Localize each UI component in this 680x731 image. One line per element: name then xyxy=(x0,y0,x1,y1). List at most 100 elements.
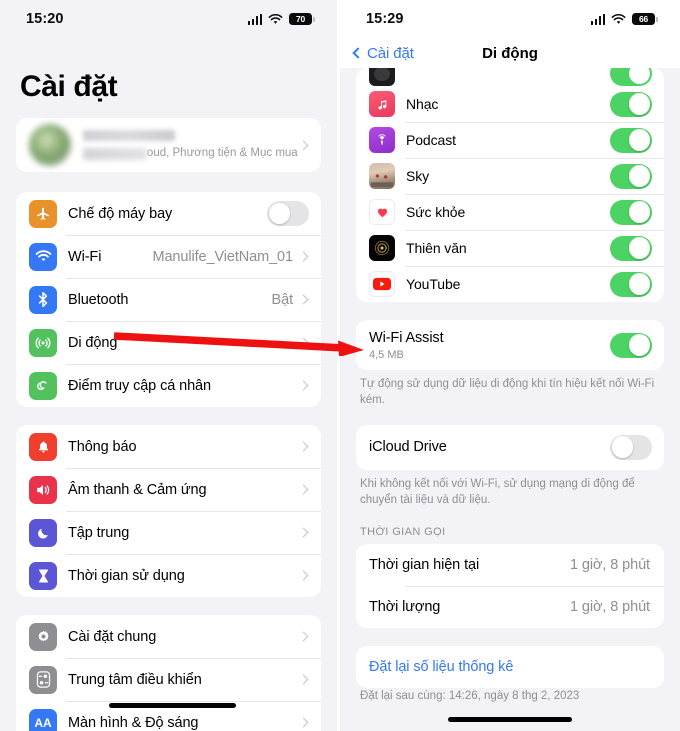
call-time-current-label: Thời gian hiện tại xyxy=(369,557,480,574)
wifi-icon xyxy=(611,13,626,24)
bluetooth-icon xyxy=(29,285,57,314)
wifi-assist-row[interactable]: Wi-Fi Assist 4,5 MB xyxy=(356,320,664,370)
app-label: Sức khỏe xyxy=(406,204,466,220)
status-time: 15:29 xyxy=(366,11,404,27)
app-row-music[interactable]: Nhạc xyxy=(356,86,664,122)
app-toggle[interactable] xyxy=(610,163,652,189)
icloud-drive-footnote: Khi không kết nối với Wi-Fi, sử dụng mạn… xyxy=(360,477,635,506)
display-aa-icon: AA xyxy=(29,708,57,731)
app-toggle[interactable] xyxy=(610,271,652,297)
wifi-icon xyxy=(29,242,57,271)
astronomy-app-icon xyxy=(369,235,395,261)
sidebar-item-label: Tập trung xyxy=(68,524,130,541)
call-time-card: Thời gian hiện tại 1 giờ, 8 phút Thời lư… xyxy=(356,544,664,629)
connectivity-group: Chế độ máy bay Wi-Fi Manulife_VietNam_01… xyxy=(16,192,321,407)
sidebar-item-wifi[interactable]: Wi-Fi Manulife_VietNam_01 xyxy=(16,235,321,278)
hourglass-icon xyxy=(29,561,57,590)
signal-bars-icon xyxy=(247,13,262,25)
icloud-drive-row[interactable]: iCloud Drive xyxy=(356,425,664,470)
app-row-health[interactable]: Sức khỏe xyxy=(356,194,664,230)
sidebar-item-focus[interactable]: Tập trung xyxy=(16,511,321,554)
signal-bars-icon xyxy=(590,13,605,25)
moon-icon xyxy=(29,518,57,547)
app-row-astronomy[interactable]: Thiên văn xyxy=(356,230,664,266)
app-row-youtube[interactable]: YouTube xyxy=(356,266,664,302)
clipped-app-toggle[interactable] xyxy=(610,68,652,86)
app-row-podcast[interactable]: Podcast xyxy=(356,122,664,158)
status-time: 15:20 xyxy=(26,11,64,27)
sidebar-item-screen-time[interactable]: Thời gian sử dụng xyxy=(16,554,321,597)
sidebar-item-cellular[interactable]: Di động xyxy=(16,321,321,364)
youtube-app-icon xyxy=(369,271,395,297)
cellular-data-apps-card: Nhạc Podcast Sky Sức khỏe Thiên văn YouT… xyxy=(356,68,664,302)
left-status-bar: 15:20 70 xyxy=(0,0,337,38)
sidebar-item-general[interactable]: Cài đặt chung xyxy=(16,615,321,658)
sidebar-item-airplane-mode[interactable]: Chế độ máy bay xyxy=(16,192,321,235)
app-toggle[interactable] xyxy=(610,235,652,261)
wifi-assist-footnote: Tự động sử dụng dữ liệu di động khi tín … xyxy=(360,378,655,406)
sidebar-item-control-center[interactable]: Trung tâm điều khiển xyxy=(16,658,321,701)
clipped-app-row[interactable] xyxy=(356,68,664,86)
reset-last-note: Đặt lại sau cùng: 14:26, ngày 8 thg 2, 2… xyxy=(360,690,580,703)
sidebar-item-sounds-haptics[interactable]: Âm thanh & Cảm ứng xyxy=(16,468,321,511)
sidebar-item-label: Trung tâm điều khiển xyxy=(68,671,202,688)
call-time-lifetime-label: Thời lượng xyxy=(369,599,441,616)
battery-icon: 66 xyxy=(632,13,658,25)
redaction-bar xyxy=(109,702,236,708)
gear-icon xyxy=(29,622,57,651)
music-app-icon xyxy=(369,91,395,117)
status-indicators: 66 xyxy=(590,13,658,25)
chevron-right-icon xyxy=(298,380,309,391)
sidebar-item-label: Bluetooth xyxy=(68,291,129,308)
sidebar-item-label: Điểm truy cập cá nhân xyxy=(68,377,211,394)
sidebar-item-bluetooth[interactable]: Bluetooth Bật xyxy=(16,278,321,321)
dual-phone-screenshot: 15:20 70 Cài đặt Apple ID, iCloud, Phươn xyxy=(0,0,680,731)
call-time-current-value: 1 giờ, 8 phút xyxy=(570,557,650,574)
call-time-header: THỜI GIAN GỌI xyxy=(360,526,446,539)
navigation-bar: Cài đặt Di động xyxy=(340,38,680,68)
chevron-right-icon xyxy=(298,484,309,495)
notifications-group: Thông báo Âm thanh & Cảm ứng Tập trung T… xyxy=(16,425,321,597)
health-app-icon xyxy=(369,199,395,225)
profile-name-blurred xyxy=(83,130,175,141)
cellular-icon xyxy=(29,328,57,357)
wifi-assist-toggle[interactable] xyxy=(610,332,652,358)
back-button[interactable]: Cài đặt xyxy=(352,45,414,62)
profile-subtitle: Apple ID, iCloud, Phương tiện & Mục mua xyxy=(83,147,300,160)
speaker-icon xyxy=(29,475,57,504)
chevron-right-icon xyxy=(298,527,309,538)
airplane-icon xyxy=(29,199,57,228)
chevron-right-icon xyxy=(298,337,309,348)
sidebar-item-notifications[interactable]: Thông báo xyxy=(16,425,321,468)
hotspot-icon xyxy=(29,371,57,400)
icloud-drive-toggle[interactable] xyxy=(610,434,652,460)
app-toggle[interactable] xyxy=(610,127,652,153)
chevron-right-icon xyxy=(298,251,309,262)
control-center-icon xyxy=(29,665,57,694)
wifi-assist-usage: 4,5 MB xyxy=(369,348,404,361)
apple-id-profile-row[interactable]: Apple ID, iCloud, Phương tiện & Mục mua xyxy=(16,118,321,172)
app-toggle[interactable] xyxy=(610,199,652,225)
app-label: YouTube xyxy=(406,276,461,292)
sky-app-icon xyxy=(369,163,395,189)
call-time-current-row: Thời gian hiện tại 1 giờ, 8 phút xyxy=(356,544,664,586)
right-phone-cellular-screen: 15:29 66 Cài đặt Di động Nhạc Podcast Sk… xyxy=(340,0,680,731)
reset-statistics-label: Đặt lại số liệu thống kê xyxy=(369,659,514,676)
sidebar-item-label: Chế độ máy bay xyxy=(68,205,173,222)
app-label: Thiên văn xyxy=(406,240,467,256)
home-indicator xyxy=(448,717,572,722)
app-row-sky[interactable]: Sky xyxy=(356,158,664,194)
cellular-scroll-area[interactable]: Nhạc Podcast Sky Sức khỏe Thiên văn YouT… xyxy=(340,68,680,731)
chevron-right-icon xyxy=(298,294,309,305)
sidebar-item-label: Âm thanh & Cảm ứng xyxy=(68,481,207,498)
sidebar-item-personal-hotspot[interactable]: Điểm truy cập cá nhân xyxy=(16,364,321,407)
app-label: Podcast xyxy=(406,132,456,148)
call-time-lifetime-row: Thời lượng 1 giờ, 8 phút xyxy=(356,586,664,628)
right-status-bar: 15:29 66 xyxy=(340,0,680,38)
chevron-left-icon xyxy=(352,47,364,59)
reset-statistics-button[interactable]: Đặt lại số liệu thống kê xyxy=(356,646,664,688)
app-toggle[interactable] xyxy=(610,91,652,117)
airplane-mode-toggle[interactable] xyxy=(267,201,309,226)
avatar xyxy=(29,124,71,166)
chevron-right-icon xyxy=(298,570,309,581)
